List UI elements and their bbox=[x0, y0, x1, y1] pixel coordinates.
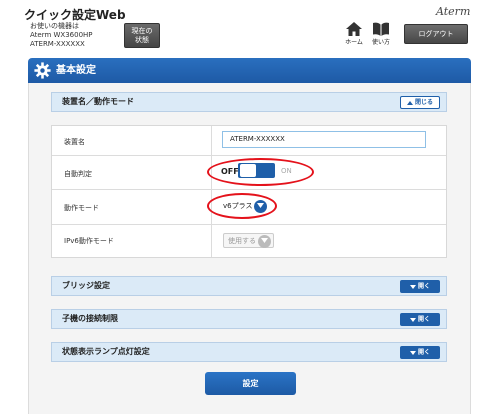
chevron-down-icon bbox=[261, 238, 268, 243]
home-icon bbox=[346, 22, 362, 36]
section-client-limit-title: 子機の接続制限 bbox=[62, 314, 118, 323]
status-button-label-1: 現在の bbox=[131, 27, 153, 35]
section-client-limit-header[interactable]: 子機の接続制限 開く bbox=[51, 309, 447, 329]
open-label: 開く bbox=[418, 283, 431, 290]
page-title-bar: 基本設定 bbox=[28, 58, 471, 83]
section-device-header[interactable]: 装置名／動作モード 閉じる bbox=[51, 92, 447, 112]
device-model: Aterm WX3600HP bbox=[30, 31, 93, 39]
chevron-up-icon bbox=[406, 100, 413, 105]
section-bridge-open-button[interactable]: 開く bbox=[400, 280, 440, 293]
section-device-title: 装置名／動作モード bbox=[62, 97, 134, 106]
section-bridge-title: ブリッジ設定 bbox=[62, 281, 110, 290]
section-device-close-button[interactable]: 閉じる bbox=[400, 96, 440, 109]
chevron-down-icon bbox=[409, 317, 416, 322]
app-title: クイック設定Web bbox=[24, 8, 126, 22]
chevron-down-icon bbox=[409, 350, 416, 355]
device-info-line: お使いの機器は bbox=[30, 22, 79, 30]
book-icon bbox=[373, 22, 389, 36]
device-name-input[interactable]: ATERM-XXXXXX bbox=[222, 131, 426, 148]
ipv6-mode-value: 使用する bbox=[228, 237, 256, 245]
help-nav[interactable]: 使い方 bbox=[367, 22, 395, 46]
section-client-limit-open-button[interactable]: 開く bbox=[400, 313, 440, 326]
gear-icon bbox=[34, 62, 51, 79]
open-label: 開く bbox=[418, 316, 431, 323]
device-info: お使いの機器は Aterm WX3600HP ATERM-XXXXXX bbox=[30, 22, 93, 49]
page-title: 基本設定 bbox=[56, 65, 96, 76]
highlight-ellipse bbox=[207, 158, 314, 186]
section-led-open-button[interactable]: 開く bbox=[400, 346, 440, 359]
close-label: 閉じる bbox=[415, 99, 434, 106]
row-ipv6-mode: IPv6動作モード 使用する bbox=[52, 225, 446, 257]
status-button-label-2: 状態 bbox=[135, 36, 149, 44]
current-status-button[interactable]: 現在の 状態 bbox=[124, 23, 160, 48]
submit-button[interactable]: 設定 bbox=[205, 372, 296, 395]
device-name: ATERM-XXXXXX bbox=[30, 40, 85, 48]
operation-mode-label: 動作モード bbox=[64, 204, 99, 212]
ipv6-mode-label: IPv6動作モード bbox=[64, 237, 114, 245]
ipv6-mode-select[interactable]: 使用する bbox=[223, 233, 274, 248]
highlight-ellipse bbox=[207, 193, 277, 219]
settings-table: 装置名 ATERM-XXXXXX 自動判定 OFF ON 動作モード v6プラス… bbox=[51, 125, 447, 258]
aterm-logo: Aterm bbox=[436, 5, 471, 18]
home-nav[interactable]: ホーム bbox=[340, 22, 368, 46]
section-led-title: 状態表示ランプ点灯設定 bbox=[62, 347, 150, 356]
device-name-label: 装置名 bbox=[64, 138, 85, 146]
header: クイック設定Web お使いの機器は Aterm WX3600HP ATERM-X… bbox=[0, 0, 500, 52]
chevron-down-icon bbox=[409, 284, 416, 289]
open-label: 開く bbox=[418, 349, 431, 356]
auto-detect-label: 自動判定 bbox=[64, 170, 92, 178]
row-device-name: 装置名 ATERM-XXXXXX bbox=[52, 126, 446, 156]
section-led-header[interactable]: 状態表示ランプ点灯設定 開く bbox=[51, 342, 447, 362]
section-bridge-header[interactable]: ブリッジ設定 開く bbox=[51, 276, 447, 296]
home-label: ホーム bbox=[345, 39, 363, 46]
help-label: 使い方 bbox=[371, 39, 390, 46]
logout-button[interactable]: ログアウト bbox=[404, 24, 468, 44]
